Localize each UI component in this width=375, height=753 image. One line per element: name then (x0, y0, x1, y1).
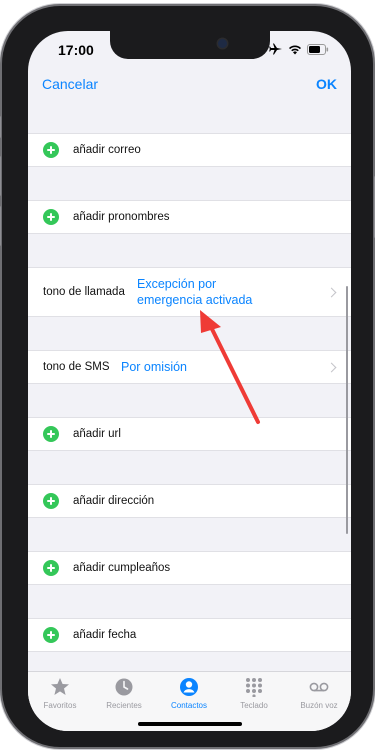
notch (110, 31, 270, 59)
contact-edit-form: añadir correo añadir pronombres tono de … (28, 101, 351, 671)
tab-label: Favoritos (43, 701, 77, 710)
add-icon[interactable] (43, 209, 59, 225)
volume-down-button (0, 206, 1, 246)
add-birthday-label: añadir cumpleaños (73, 562, 171, 574)
phone-frame: 17:00 Cancelar OK añadir correo añadir p… (0, 6, 375, 747)
volume-up-button (0, 156, 1, 196)
ok-button[interactable]: OK (316, 76, 337, 92)
add-icon[interactable] (43, 142, 59, 158)
add-birthday-row[interactable]: añadir cumpleaños (28, 551, 351, 585)
front-camera (218, 39, 227, 48)
tab-label: Contactos (170, 701, 208, 710)
scroll-indicator[interactable] (346, 286, 348, 534)
tab-label: Buzón voz (300, 701, 338, 710)
ringtone-value-line-2: emergencia activada (137, 293, 253, 307)
sms-tone-row[interactable]: tono de SMS Por omisión (28, 350, 351, 384)
sms-tone-value: Por omisión (121, 360, 187, 374)
chevron-right-icon (326, 362, 337, 372)
ringtone-label: tono de llamada (43, 286, 125, 298)
tab-label: Recientes (106, 701, 142, 710)
add-icon[interactable] (43, 426, 59, 442)
cancel-button[interactable]: Cancelar (42, 76, 98, 92)
add-address-row[interactable]: añadir dirección (28, 484, 351, 518)
battery-icon (307, 43, 329, 55)
person-icon (180, 678, 198, 696)
add-date-label: añadir fecha (73, 629, 137, 641)
add-icon[interactable] (43, 627, 59, 643)
tab-voicemail[interactable]: Buzón voz (287, 672, 351, 731)
airplane-icon (269, 43, 282, 55)
keypad-icon (246, 678, 262, 697)
add-date-row[interactable]: añadir fecha (28, 618, 351, 652)
silent-switch (0, 116, 1, 138)
status-icons (269, 43, 329, 55)
add-icon[interactable] (43, 493, 59, 509)
add-url-row[interactable]: añadir url (28, 417, 351, 451)
add-email-label: añadir correo (73, 144, 141, 156)
tab-label: Teclado (240, 701, 268, 710)
sms-tone-label: tono de SMS (43, 361, 110, 373)
tab-favorites[interactable]: Favoritos (28, 672, 92, 731)
home-indicator (138, 722, 242, 726)
ringtone-value-line-1: Excepción por (137, 277, 217, 291)
clock-icon (115, 678, 133, 696)
chevron-right-icon (326, 287, 337, 297)
nav-bar: Cancelar OK (28, 71, 351, 101)
add-pronouns-label: añadir pronombres (73, 211, 170, 223)
add-url-label: añadir url (73, 428, 121, 440)
add-pronouns-row[interactable]: añadir pronombres (28, 200, 351, 234)
ringtone-row[interactable]: tono de llamada Excepción por emergencia… (28, 267, 351, 317)
add-icon[interactable] (43, 560, 59, 576)
star-icon (51, 678, 69, 695)
add-email-row[interactable]: añadir correo (28, 133, 351, 167)
status-time: 17:00 (58, 42, 94, 58)
screen: 17:00 Cancelar OK añadir correo añadir p… (28, 31, 351, 731)
wifi-icon (289, 45, 301, 54)
voicemail-icon (309, 682, 329, 692)
ringtone-value: Excepción por emergencia activada (137, 276, 252, 308)
add-address-label: añadir dirección (73, 495, 155, 507)
